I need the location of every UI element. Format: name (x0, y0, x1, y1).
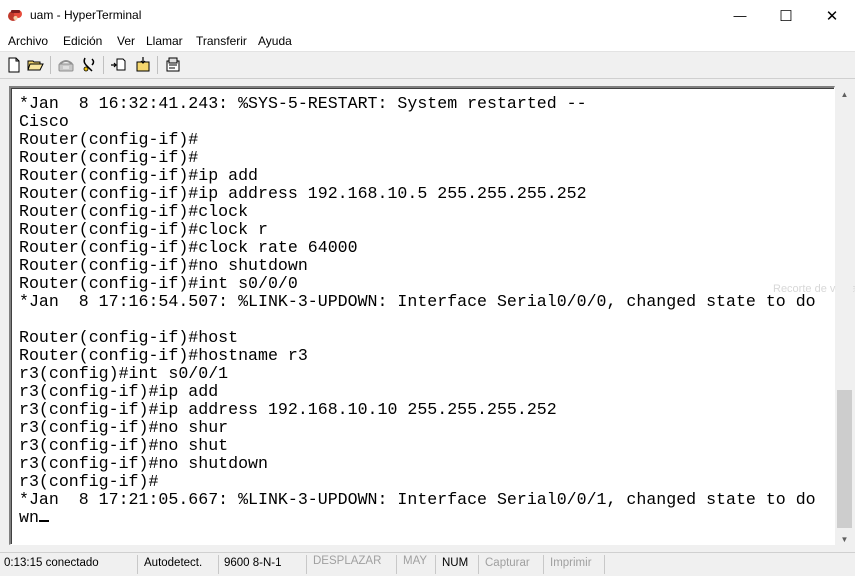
terminal-line: Cisco (19, 113, 831, 131)
terminal-line: Router(config-if)#clock (19, 203, 831, 221)
terminal-line-text: r3(config-if)#ip address 192.168.10.10 2… (19, 400, 557, 419)
status-bar: 0:13:15 conectado Autodetect. 9600 8-N-1… (0, 552, 855, 576)
terminal-line: Router(config-if)#clock rate 64000 (19, 239, 831, 257)
terminal-line: r3(config-if)#no shutdown (19, 455, 831, 473)
properties-icon[interactable] (164, 56, 182, 74)
maximize-button[interactable]: ☐ (763, 0, 809, 31)
terminal-line: wn (19, 509, 831, 527)
terminal-output[interactable]: *Jan 8 16:32:41.243: %SYS-5-RESTART: Sys… (19, 95, 831, 540)
scroll-down-arrow-icon[interactable]: ▼ (836, 531, 853, 548)
terminal-line-text: *Jan 8 17:16:54.507: %LINK-3-UPDOWN: Int… (19, 292, 816, 311)
terminal-line-text: Router(config-if)# (19, 130, 199, 149)
terminal-line: Router(config-if)# (19, 149, 831, 167)
status-connection-time: 0:13:15 conectado (4, 557, 99, 569)
terminal-line-text: Router(config-if)#host (19, 328, 239, 347)
call-icon[interactable] (57, 56, 75, 74)
status-scroll-lock: DESPLAZAR (313, 555, 382, 567)
status-num-lock: NUM (442, 557, 469, 569)
vertical-scrollbar[interactable]: ▲ ▼ (836, 86, 853, 548)
status-divider (137, 555, 138, 574)
menu-ayuda[interactable]: Ayuda (258, 34, 292, 48)
terminal-line-text: *Jan 8 16:32:41.243: %SYS-5-RESTART: Sys… (19, 95, 587, 113)
scrollbar-thumb[interactable] (837, 390, 852, 528)
maximize-icon: ☐ (779, 7, 793, 25)
terminal-line-text: Router(config-if)#clock (19, 202, 249, 221)
terminal-line-text: Router(config-if)# (19, 148, 199, 167)
terminal-line: Router(config-if)# (19, 131, 831, 149)
terminal-line-text: r3(config-if)#no shur (19, 418, 229, 437)
menu-ver[interactable]: Ver (117, 34, 135, 48)
menu-edicion[interactable]: Edición (63, 34, 102, 48)
terminal-line-text: Router(config-if)#no shutdown (19, 256, 308, 275)
terminal-line: Router(config-if)#ip address 192.168.10.… (19, 185, 831, 203)
status-port-settings: 9600 8-N-1 (224, 557, 282, 569)
terminal-line: Router(config-if)#int s0/0/0 (19, 275, 831, 293)
terminal-line: Router(config-if)#hostname r3 (19, 347, 831, 365)
minimize-button[interactable]: — (717, 0, 763, 31)
status-divider (435, 555, 436, 574)
terminal-line-text: Router(config-if)#clock r (19, 220, 268, 239)
terminal-line-text: Router(config-if)#hostname r3 (19, 346, 308, 365)
status-divider (396, 555, 397, 574)
hyperterminal-app-icon[interactable] (7, 7, 24, 24)
terminal-line-text: r3(config-if)# (19, 472, 159, 491)
terminal-line: Router(config-if)#clock r (19, 221, 831, 239)
title-bar: uam - HyperTerminal — ☐ ✕ (0, 0, 855, 31)
terminal-line-text: r3(config-if)#no shutdown (19, 454, 268, 473)
send-icon[interactable] (110, 56, 128, 74)
toolbar-separator (50, 56, 51, 74)
terminal-line: Router(config-if)#no shutdown (19, 257, 831, 275)
terminal-line-text: wn (19, 508, 39, 527)
status-capture: Capturar (485, 557, 530, 569)
menu-bar: Archivo Edición Ver Llamar Transferir Ay… (0, 31, 855, 52)
terminal-line-text: Router(config-if)#int s0/0/0 (19, 274, 298, 293)
terminal-line-text: r3(config-if)#ip add (19, 382, 219, 401)
terminal-line-text: r3(config-if)#no shut (19, 436, 229, 455)
open-icon[interactable] (26, 56, 44, 74)
menu-archivo[interactable]: Archivo (8, 34, 48, 48)
minimize-icon: — (733, 8, 747, 23)
terminal-line-text: r3(config)#int s0/0/1 (19, 364, 229, 383)
terminal-line: r3(config-if)#no shur (19, 419, 831, 437)
terminal-line: Router(config-if)#host (19, 329, 831, 347)
toolbar-separator (103, 56, 104, 74)
status-caps-lock: MAY (403, 555, 428, 567)
status-divider (478, 555, 479, 574)
status-divider (543, 555, 544, 574)
toolbar (0, 52, 855, 79)
terminal-line: Router(config-if)#ip add (19, 167, 831, 185)
toolbar-separator (157, 56, 158, 74)
window-title: uam - HyperTerminal (30, 8, 142, 22)
disconnect-icon[interactable] (80, 56, 98, 74)
text-cursor (38, 520, 49, 522)
close-icon: ✕ (825, 7, 839, 25)
terminal-line-text: *Jan 8 17:21:05.667: %LINK-3-UPDOWN: Int… (19, 490, 816, 509)
terminal-frame: *Jan 8 16:32:41.243: %SYS-5-RESTART: Sys… (9, 86, 835, 545)
terminal-line: r3(config)#int s0/0/1 (19, 365, 831, 383)
terminal-line: r3(config-if)#no shut (19, 437, 831, 455)
status-divider (306, 555, 307, 574)
scroll-up-arrow-icon[interactable]: ▲ (836, 86, 853, 103)
terminal-line-text: Router(config-if)#ip address 192.168.10.… (19, 184, 587, 203)
status-emulation: Autodetect. (144, 557, 203, 569)
menu-transferir[interactable]: Transferir (196, 34, 247, 48)
status-divider (218, 555, 219, 574)
menu-llamar[interactable]: Llamar (146, 34, 183, 48)
close-button[interactable]: ✕ (809, 0, 855, 31)
terminal-line-text: Router(config-if)#clock rate 64000 (19, 238, 358, 257)
status-print: Imprimir (550, 557, 592, 569)
terminal-line: *Jan 8 16:32:41.243: %SYS-5-RESTART: Sys… (19, 95, 831, 113)
status-divider (604, 555, 605, 574)
terminal-line-text: Cisco (19, 112, 69, 131)
terminal-line-text: Router(config-if)#ip add (19, 166, 258, 185)
terminal-line: *Jan 8 17:16:54.507: %LINK-3-UPDOWN: Int… (19, 293, 831, 311)
terminal-line: r3(config-if)#ip add (19, 383, 831, 401)
terminal-line: r3(config-if)# (19, 473, 831, 491)
terminal-line: *Jan 8 17:21:05.667: %LINK-3-UPDOWN: Int… (19, 491, 831, 509)
receive-icon[interactable] (134, 56, 152, 74)
new-icon[interactable] (5, 56, 23, 74)
terminal-line: r3(config-if)#ip address 192.168.10.10 2… (19, 401, 831, 419)
